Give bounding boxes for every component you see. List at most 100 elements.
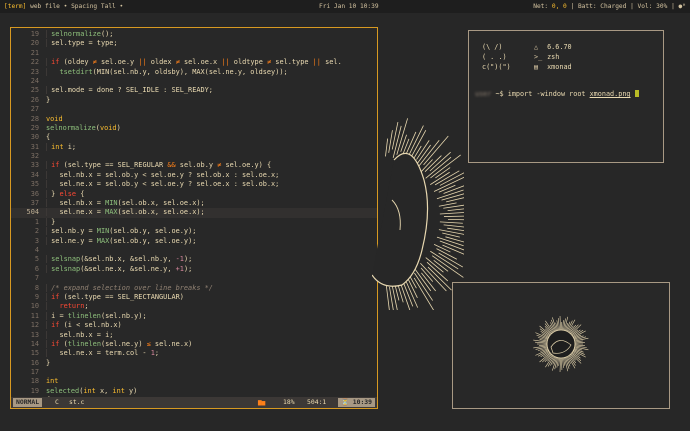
shell-prompt[interactable]: user ~$ import -window root xmonad.png bbox=[475, 90, 639, 98]
code-token: selected bbox=[46, 386, 80, 395]
code-line[interactable]: 26} bbox=[11, 96, 377, 105]
code-line[interactable]: 28 void bbox=[11, 115, 377, 124]
code-line[interactable]: 3 sel.ne.y = MAX(sel.ob.y, sel.oe.y); bbox=[11, 236, 377, 246]
code-token: sel.nb.x = i; bbox=[59, 330, 114, 339]
code-line[interactable]: 37 sel.nb.x = MIN(sel.ob.x, sel.oe.x); bbox=[11, 199, 377, 208]
command-text: import -window root bbox=[507, 90, 586, 98]
code-token: void bbox=[46, 114, 63, 123]
code-line[interactable]: 13 sel.nb.x = i; bbox=[11, 330, 377, 340]
code-line[interactable]: 23 tsetdirt(MIN(sel.nb.y, oldsby), MAX(s… bbox=[11, 67, 377, 77]
terminal-window[interactable]: (\ /) △ 6.6.70 ( . .) >_ zsh c(")(") ▤ xmonad… bbox=[468, 30, 664, 163]
line-number: 8 bbox=[34, 283, 39, 292]
code-token: tlinelen bbox=[67, 311, 101, 320]
code-line[interactable]: 7 bbox=[11, 274, 377, 283]
code-area[interactable]: 19 selnormalize(); 20 sel.type = type; 21 2… bbox=[11, 30, 377, 406]
line-number: 20 bbox=[30, 39, 39, 48]
code-token: } bbox=[46, 358, 51, 367]
code-line[interactable]: 27 bbox=[11, 105, 377, 114]
code-token: && bbox=[167, 161, 176, 170]
code-line[interactable]: 8 /* expand selection over line breaks *… bbox=[11, 283, 377, 293]
editor-window[interactable]: 19 selnormalize(); 20 sel.type = type; 21 2… bbox=[10, 27, 378, 409]
code-line[interactable]: 36 } else { bbox=[11, 189, 377, 199]
code-token: int bbox=[46, 377, 59, 386]
code-line[interactable]: 35 sel.ne.x = sel.ob.y < sel.oe.y ? sel.… bbox=[11, 180, 377, 189]
code-token: (sel.ob.x, sel.oe.x); bbox=[117, 199, 205, 208]
code-token: MIN bbox=[105, 199, 118, 208]
code-line[interactable]: 31 int i; bbox=[11, 142, 377, 152]
code-token: || bbox=[221, 58, 230, 67]
code-token: return bbox=[59, 302, 85, 311]
code-line[interactable]: 15 sel.ne.x = term.col - 1; bbox=[11, 349, 377, 358]
tray-icon[interactable]: ●ᴴ bbox=[679, 3, 686, 10]
line-number: 32 bbox=[30, 152, 39, 161]
code-token: (sel.type == SEL_RECTANGULAR) bbox=[59, 292, 184, 301]
cursor-position: 504:1 bbox=[307, 398, 327, 406]
code-line[interactable]: 14 if (tlinelen(sel.ne.y) ≤ sel.ne.x) bbox=[11, 339, 377, 349]
line-number: 33 bbox=[30, 161, 39, 170]
code-line[interactable]: 19 selnormalize(); bbox=[11, 30, 377, 39]
code-line[interactable]: 9 if (sel.type == SEL_RECTANGULAR) bbox=[11, 292, 377, 302]
line-number: 35 bbox=[30, 180, 39, 189]
line-number: 23 bbox=[30, 67, 39, 76]
line-number: 25 bbox=[30, 86, 39, 95]
code-line[interactable]: 6 selsnap(&sel.ne.x, &sel.ne.y, +1); bbox=[11, 264, 377, 274]
code-token: selnormalize bbox=[46, 123, 96, 132]
code-line[interactable]: 34 sel.nb.x = sel.ob.y < sel.oe.y ? sel.… bbox=[11, 170, 377, 180]
code-line[interactable]: 32 bbox=[11, 152, 377, 161]
code-token: void bbox=[99, 123, 117, 132]
line-number: 9 bbox=[34, 292, 39, 301]
code-line[interactable]: 29 selnormalize(void) bbox=[11, 124, 377, 133]
code-line[interactable]: 16} bbox=[11, 359, 377, 368]
code-token: ; bbox=[154, 349, 160, 358]
line-number: 37 bbox=[30, 199, 39, 208]
code-line[interactable]: 5 selsnap(&sel.nb.x, &sel.nb.y, -1); bbox=[11, 255, 377, 264]
code-line[interactable]: 18 int bbox=[11, 377, 377, 386]
workspace-indicator[interactable]: [term] bbox=[4, 3, 26, 10]
code-token: oldex bbox=[146, 58, 176, 67]
code-line[interactable]: 1 } bbox=[11, 217, 377, 227]
code-token: (oldey bbox=[59, 58, 93, 67]
code-line[interactable]: 10 return; bbox=[11, 302, 377, 311]
statusline-clock: ⏳ 10:39 bbox=[337, 398, 375, 407]
code-token: oldtype bbox=[229, 58, 267, 67]
line-number: 6 bbox=[34, 264, 39, 273]
code-line[interactable]: 30 { bbox=[11, 133, 377, 142]
code-line[interactable]: 11 i = tlinelen(sel.nb.y); bbox=[11, 311, 377, 321]
line-number: 4 bbox=[34, 245, 39, 254]
code-line[interactable]: 20 sel.type = type; bbox=[11, 39, 377, 48]
code-line[interactable]: 21 bbox=[11, 49, 377, 58]
code-token bbox=[46, 349, 60, 358]
code-line[interactable]: 22 if (oldey ≠ sel.oe.y || oldex ≠ sel.o… bbox=[11, 58, 377, 67]
code-token: ); bbox=[183, 255, 193, 264]
code-token: || bbox=[312, 58, 321, 67]
line-number: 12 bbox=[30, 321, 39, 330]
code-token bbox=[46, 302, 60, 311]
code-line[interactable]: 12 if (i < sel.nb.x) bbox=[11, 321, 377, 330]
code-line[interactable]: 4 bbox=[11, 246, 377, 255]
code-line[interactable]: 2 sel.nb.y = MIN(sel.ob.y, sel.oe.y); bbox=[11, 227, 377, 236]
code-line[interactable]: 33 if (sel.type == SEL_REGULAR && sel.ob… bbox=[11, 161, 377, 170]
net-label: Net: bbox=[533, 3, 549, 10]
fetch-row: ( . .) >_ zsh bbox=[482, 52, 572, 62]
code-line[interactable]: 24 bbox=[11, 77, 377, 86]
code-token bbox=[46, 330, 60, 339]
code-token: int bbox=[83, 386, 96, 395]
encoding-icon: ▆▅ bbox=[258, 399, 266, 406]
code-token: tlinelen bbox=[67, 339, 101, 348]
code-line[interactable]: 504 sel.ne.x = MAX(sel.ob.x, sel.oe.x); bbox=[11, 208, 377, 218]
code-token: MAX bbox=[105, 208, 118, 217]
line-number: 2 bbox=[34, 227, 39, 236]
code-token bbox=[46, 180, 60, 189]
code-line[interactable]: 25 sel.mode = done ? SEL_IDLE : SEL_READ… bbox=[11, 86, 377, 95]
code-token: MAX bbox=[96, 236, 110, 245]
screenshot-preview-window[interactable] bbox=[452, 282, 670, 409]
code-token: (sel.nb.y); bbox=[100, 311, 147, 320]
code-token: (sel.ob.y, sel.oe.y); bbox=[109, 227, 197, 236]
fetch-row: c(")(") ▤ xmonad bbox=[482, 62, 572, 72]
code-line[interactable]: 19 selected(int x, int y) bbox=[11, 387, 377, 396]
fetch-icon: △ bbox=[534, 43, 539, 51]
code-token: sel.nb.y = bbox=[51, 227, 97, 236]
code-token: (&sel.nb.x, &sel.nb.y, bbox=[80, 255, 176, 264]
line-number: 21 bbox=[30, 48, 39, 57]
code-line[interactable]: 17 bbox=[11, 368, 377, 377]
